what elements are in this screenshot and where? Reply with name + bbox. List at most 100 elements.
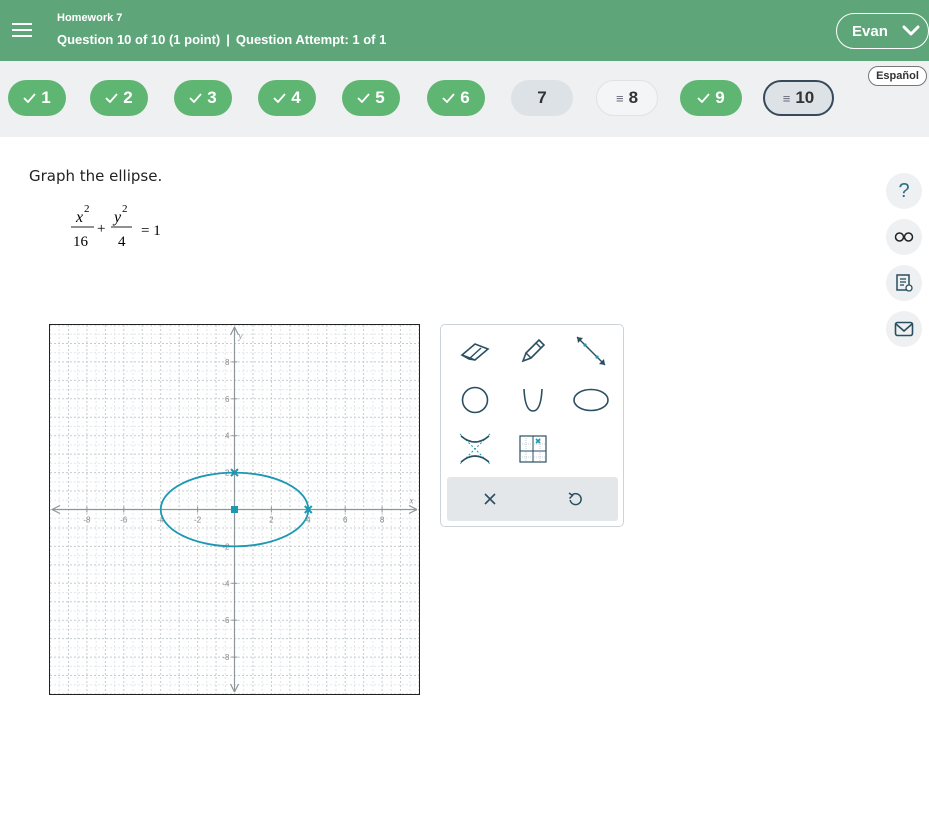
check-icon [697,93,710,103]
line-segment-icon [576,336,606,366]
question-number: 9 [715,88,725,107]
graphing-tool-palette [440,324,624,527]
x-axis-label: x [409,496,414,506]
question-number: 3 [207,88,217,107]
question-nav-9[interactable]: 9 [680,80,742,116]
x-tick-label: 8 [380,516,385,525]
user-name: Evan [852,22,888,40]
check-icon [105,93,118,103]
question-nav-2[interactable]: 2 [90,80,148,116]
question-number: 4 [291,88,301,107]
ellipse-graph[interactable]: xy-8 -6 -4 -2 2 4 6 88642-2-4-6-8 [50,325,419,694]
question-number: 8 [628,88,639,107]
question-number: 7 [537,88,547,107]
question-nav-8[interactable]: ≡ 8 [596,80,658,116]
notes-icon [896,274,913,292]
question-nav-7[interactable]: 7 [511,80,573,116]
menu-icon-bar [12,23,32,25]
y-tick-label: 6 [225,395,230,404]
parabola-icon [523,388,543,412]
palette-actions [447,477,618,521]
help-button[interactable]: ? [886,173,922,209]
term2-numerator: y [112,209,122,226]
question-prompt: Graph the ellipse. [29,167,163,185]
mail-icon [894,321,914,337]
ellipse-tool[interactable] [571,382,611,418]
question-attempt: Question Attempt: 1 of 1 [235,32,387,47]
y-axis-label: y [238,331,243,341]
check-icon [23,93,36,103]
hyperbola-tool[interactable] [455,431,495,467]
line-tool[interactable] [571,333,611,369]
user-menu-button[interactable]: Evan [836,13,929,49]
x-tick-label: -8 [83,516,91,525]
pencil-icon [521,338,546,363]
x-tick-label: -6 [120,516,128,525]
language-button[interactable]: Español [868,66,927,86]
glasses-icon [894,232,914,242]
question-position: Question 10 of 10 (1 point) [57,32,221,47]
question-number: 5 [375,88,385,107]
circle-icon [461,386,489,414]
question-nav-5[interactable]: 5 [342,80,400,116]
y-tick-label: -6 [222,616,230,625]
term2-exponent: 2 [122,203,128,215]
question-info: Question 10 of 10 (1 point) | Question Att… [57,32,386,47]
ellipse-center-point [231,506,238,513]
x-tick-label: 2 [269,516,274,525]
y-tick-label: 8 [225,358,230,367]
question-nav-6[interactable]: 6 [427,80,485,116]
y-tick-label: -8 [222,653,230,662]
eraser-icon [460,343,490,361]
check-icon [357,93,370,103]
pencil-tool[interactable] [513,333,553,369]
question-nav-3[interactable]: 3 [174,80,232,116]
y-tick-label: 4 [225,432,230,441]
question-number: 10 [795,88,815,107]
question-nav-10[interactable]: ≡ 10 [763,80,834,116]
check-icon [189,93,202,103]
term2-denominator: 4 [118,234,126,250]
menu-icon-bar [12,29,32,31]
term1-numerator: x [75,209,83,226]
question-number: 2 [123,88,133,107]
plot-points-tool[interactable] [513,431,553,467]
ellipse-equation: x 2 16 + y 2 4 = 1 [62,200,182,255]
chevron-down-icon [902,25,920,36]
question-nav-1[interactable]: 1 [8,80,66,116]
clear-icon [484,493,496,505]
assignment-title: Homework 7 [57,12,123,24]
question-number: 1 [41,88,51,107]
menu-button[interactable] [0,10,44,50]
partial-icon: ≡ [782,90,791,106]
check-icon [442,93,455,103]
check-icon [273,93,286,103]
term1-exponent: 2 [84,203,90,215]
graph-area[interactable]: x y -8 -6 -4 -2 2 4 6 8 8 6 4 2 -2 -4 -6 -8 [49,324,420,695]
parabola-tool[interactable] [513,382,553,418]
help-icon: ? [898,179,910,202]
question-number: 6 [460,88,470,107]
term1-denominator: 16 [73,234,89,250]
message-button[interactable] [886,311,922,347]
eraser-tool[interactable] [455,333,495,369]
circle-tool[interactable] [455,382,495,418]
notes-button[interactable] [886,265,922,301]
equation-rhs: = 1 [141,223,161,239]
partial-icon: ≡ [615,90,624,106]
point-plot-icon [519,435,547,463]
top-header: Homework 7 Question 10 of 10 (1 point) | Q… [0,0,929,61]
accessibility-button[interactable] [886,219,922,255]
menu-icon-bar [12,35,32,37]
undo-icon [568,492,582,506]
question-nav-4[interactable]: 4 [258,80,316,116]
plus-sign: + [97,221,105,237]
ellipse-icon [573,388,609,412]
x-tick-label: 6 [343,516,348,525]
hyperbola-icon [459,433,491,465]
question-navigation: 1 2 3 4 5 6 7 ≡ 8 9 ≡ 10 [0,61,929,137]
clear-button[interactable] [460,477,520,521]
undo-button[interactable] [545,477,605,521]
x-tick-label: -2 [194,516,202,525]
y-tick-label: -4 [222,579,230,588]
